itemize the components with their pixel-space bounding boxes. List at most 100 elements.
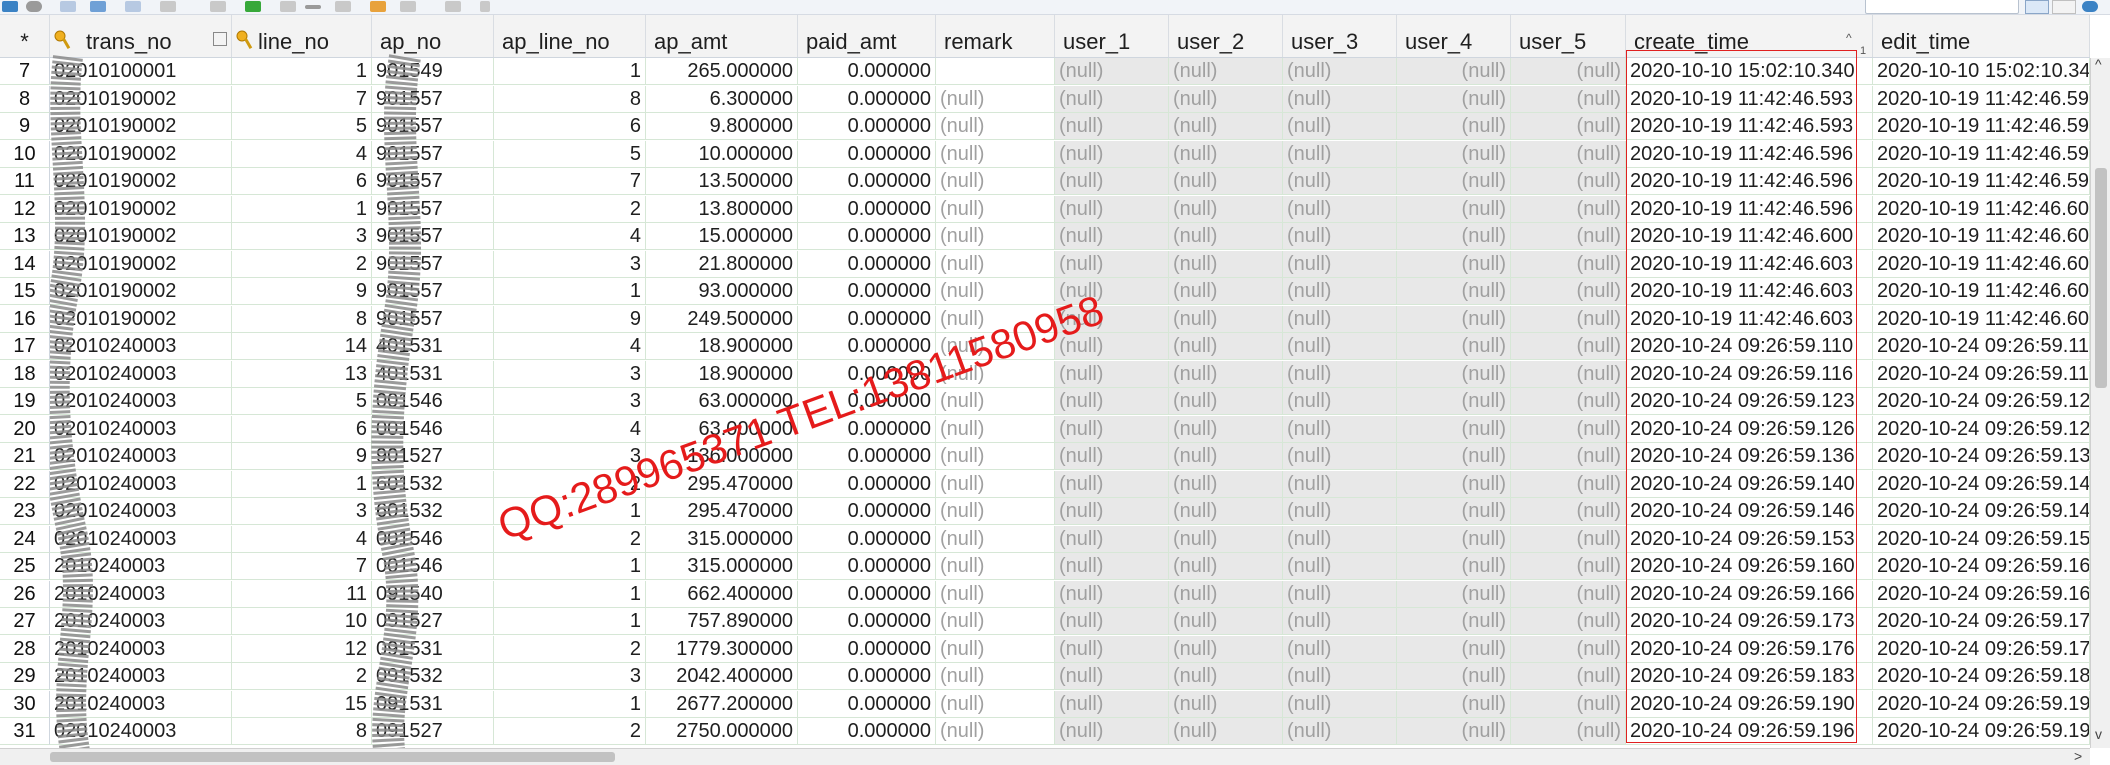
- cell-user-5[interactable]: (null): [1511, 278, 1626, 305]
- cell-user-2[interactable]: (null): [1169, 333, 1283, 360]
- cell-create-time[interactable]: 2020-10-24 09:26:59.166: [1626, 580, 1873, 608]
- cell-user-3[interactable]: (null): [1283, 278, 1397, 305]
- cell-user-4[interactable]: (null): [1397, 140, 1511, 168]
- column-header-paid-amt[interactable]: paid_amt: [798, 15, 936, 57]
- cell-user-5[interactable]: (null): [1511, 168, 1626, 195]
- cell-paid-amt[interactable]: 0.000000: [798, 278, 936, 305]
- cell-ap-no[interactable]: 901557: [372, 195, 494, 223]
- cell-create-time[interactable]: 2020-10-24 09:26:59.160: [1626, 553, 1873, 580]
- row-number[interactable]: 17: [0, 333, 50, 360]
- table-row[interactable]: 25 2010240003 7 001546 1 315.000000 0.000000 (n…: [0, 553, 2090, 580]
- cell-user-5[interactable]: (null): [1511, 498, 1626, 525]
- column-header-edit-time[interactable]: edit_time: [1873, 15, 2090, 57]
- table-row[interactable]: 20 02010240003 6 001546 4 63.000000 0.000000 (n…: [0, 415, 2090, 443]
- cell-user-4[interactable]: (null): [1397, 580, 1511, 608]
- cell-paid-amt[interactable]: 0.000000: [798, 250, 936, 278]
- cell-user-5[interactable]: (null): [1511, 470, 1626, 498]
- cell-edit-time[interactable]: 2020-10-19 11:42:46.59: [1873, 168, 2090, 195]
- cell-create-time[interactable]: 2020-10-19 11:42:46.596: [1626, 140, 1873, 168]
- list-view-button[interactable]: [2052, 0, 2076, 14]
- row-number[interactable]: 10: [0, 140, 50, 168]
- cell-create-time[interactable]: 2020-10-24 09:26:59.136: [1626, 443, 1873, 470]
- row-number[interactable]: 27: [0, 608, 50, 635]
- cell-remark[interactable]: (null): [936, 663, 1055, 690]
- row-number[interactable]: 22: [0, 470, 50, 498]
- grid-view-button[interactable]: [2025, 0, 2049, 14]
- table-row[interactable]: 27 2010240003 10 091527 1 757.890000 0.000000(…: [0, 608, 2090, 635]
- cell-ap-amt[interactable]: 21.800000: [646, 250, 798, 278]
- cell-user-5[interactable]: (null): [1511, 443, 1626, 470]
- table-row[interactable]: 16 02010190002 8 901557 9 249.500000 0.000000(…: [0, 305, 2090, 333]
- cell-create-time[interactable]: 2020-10-10 15:02:10.340: [1626, 58, 1873, 85]
- cell-ap-line-no[interactable]: 3: [494, 443, 646, 470]
- cell-ap-line-no[interactable]: 2: [494, 635, 646, 663]
- table-row[interactable]: 31 02010240003 8 091527 2 2750.000000 0.000000…: [0, 718, 2090, 745]
- cell-ap-amt[interactable]: 10.000000: [646, 140, 798, 168]
- cell-paid-amt[interactable]: 0.000000: [798, 580, 936, 608]
- cell-line-no[interactable]: 1: [232, 195, 372, 223]
- cell-user-4[interactable]: (null): [1397, 498, 1511, 525]
- cell-ap-no[interactable]: 901557: [372, 85, 494, 113]
- cell-user-3[interactable]: (null): [1283, 525, 1397, 553]
- cell-line-no[interactable]: 5: [232, 113, 372, 140]
- cell-line-no[interactable]: 4: [232, 140, 372, 168]
- table-row[interactable]: 12 02010190002 1 901557 2 13.800000 0.000000 (n…: [0, 195, 2090, 223]
- cell-ap-no[interactable]: 001546: [372, 415, 494, 443]
- column-header-ap-amt[interactable]: ap_amt: [646, 15, 798, 57]
- cell-ap-amt[interactable]: 63.000000: [646, 415, 798, 443]
- cell-ap-no[interactable]: 001546: [372, 553, 494, 580]
- cell-edit-time[interactable]: 2020-10-24 09:26:59.17: [1873, 635, 2090, 663]
- cell-edit-time[interactable]: 2020-10-24 09:26:59.17: [1873, 608, 2090, 635]
- cell-line-no[interactable]: 2: [232, 663, 372, 690]
- cell-ap-line-no[interactable]: 8: [494, 85, 646, 113]
- cell-line-no[interactable]: 6: [232, 415, 372, 443]
- cell-user-3[interactable]: (null): [1283, 415, 1397, 443]
- cell-ap-amt[interactable]: 1779.300000: [646, 635, 798, 663]
- cell-user-4[interactable]: (null): [1397, 635, 1511, 663]
- cell-line-no[interactable]: 1: [232, 470, 372, 498]
- table-row[interactable]: 15 02010190002 9 901557 1 93.000000 0.000000 (n…: [0, 278, 2090, 305]
- cell-trans-no[interactable]: 2010240003: [50, 635, 232, 663]
- table-row[interactable]: 29 2010240003 2 091532 3 2042.400000 0.000000(…: [0, 663, 2090, 690]
- cell-trans-no[interactable]: 02010190002: [50, 278, 232, 305]
- cell-user-1[interactable]: (null): [1055, 608, 1169, 635]
- cell-user-5[interactable]: (null): [1511, 718, 1626, 745]
- cell-ap-no[interactable]: 901557: [372, 250, 494, 278]
- cell-trans-no[interactable]: 02010240003: [50, 525, 232, 553]
- cell-user-3[interactable]: (null): [1283, 443, 1397, 470]
- cell-edit-time[interactable]: 2020-10-24 09:26:59.16: [1873, 553, 2090, 580]
- table-row[interactable]: 30 2010240003 15 091531 1 2677.200000 0.000000…: [0, 690, 2090, 718]
- column-header-user-1[interactable]: user_1: [1055, 15, 1169, 57]
- cell-user-3[interactable]: (null): [1283, 333, 1397, 360]
- cell-user-1[interactable]: (null): [1055, 388, 1169, 415]
- add-icon[interactable]: [245, 1, 261, 12]
- minus-icon[interactable]: [305, 5, 321, 9]
- cell-paid-amt[interactable]: 0.000000: [798, 525, 936, 553]
- cell-ap-line-no[interactable]: 2: [494, 470, 646, 498]
- cell-user-1[interactable]: (null): [1055, 498, 1169, 525]
- cell-remark[interactable]: (null): [936, 305, 1055, 333]
- cell-create-time[interactable]: 2020-10-24 09:26:59.183: [1626, 663, 1873, 690]
- row-number[interactable]: 21: [0, 443, 50, 470]
- cell-trans-no[interactable]: 02010190002: [50, 85, 232, 113]
- cell-paid-amt[interactable]: 0.000000: [798, 113, 936, 140]
- cell-user-2[interactable]: (null): [1169, 113, 1283, 140]
- cell-line-no[interactable]: 15: [232, 690, 372, 718]
- cell-trans-no[interactable]: 02010190002: [50, 113, 232, 140]
- row-number[interactable]: 8: [0, 85, 50, 113]
- help-icon[interactable]: [2082, 1, 2098, 12]
- cell-trans-no[interactable]: 02010240003: [50, 498, 232, 525]
- cell-ap-amt[interactable]: 93.000000: [646, 278, 798, 305]
- cell-user-3[interactable]: (null): [1283, 498, 1397, 525]
- column-header-ap-no[interactable]: ap_no: [372, 15, 494, 57]
- cell-ap-amt[interactable]: 265.000000: [646, 58, 798, 85]
- cell-line-no[interactable]: 9: [232, 443, 372, 470]
- cell-ap-amt[interactable]: 315.000000: [646, 553, 798, 580]
- column-header-create-time[interactable]: create_time: [1626, 15, 1873, 57]
- grid-icon[interactable]: [90, 1, 106, 12]
- cell-user-2[interactable]: (null): [1169, 140, 1283, 168]
- cell-user-3[interactable]: (null): [1283, 305, 1397, 333]
- delete-icon[interactable]: [280, 1, 296, 12]
- cell-user-3[interactable]: (null): [1283, 580, 1397, 608]
- cell-ap-line-no[interactable]: 1: [494, 553, 646, 580]
